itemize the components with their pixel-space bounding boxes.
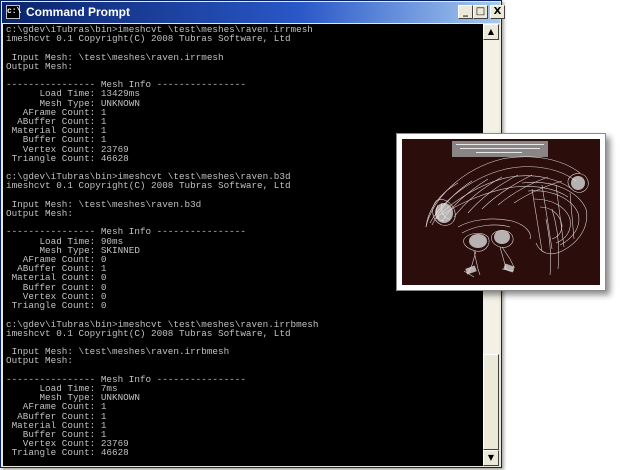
console-line: Input Mesh: \test\meshes\raven.irrbmesh	[6, 346, 230, 358]
close-button[interactable]: X	[490, 5, 505, 19]
render-viewport	[402, 139, 600, 285]
title-bar[interactable]: c:\ Command Prompt _ □ X	[2, 2, 505, 23]
scroll-thumb[interactable]	[483, 354, 499, 450]
console-line: Input Mesh: \test\meshes\raven.irrmesh	[6, 51, 224, 63]
console-line: Triangle Count: 0	[6, 300, 107, 312]
console-line: Output Mesh:	[6, 355, 73, 367]
scroll-up-button[interactable]: ▲	[483, 24, 499, 40]
console-line: Triangle Count: 46628	[6, 447, 129, 459]
cmd-icon[interactable]: c:\	[6, 5, 21, 19]
scroll-down-button[interactable]: ▼	[483, 450, 499, 466]
raven-wireframe	[425, 156, 589, 278]
maximize-button[interactable]: □	[473, 5, 488, 19]
console-line: Output Mesh:	[6, 60, 73, 72]
console-line: imeshcvt 0.1 Copyright(C) 2008 Tubras So…	[6, 327, 291, 339]
console-line: imeshcvt 0.1 Copyright(C) 2008 Tubras So…	[6, 33, 291, 45]
mesh-preview-image	[396, 133, 606, 291]
minimize-button[interactable]: _	[458, 5, 473, 19]
window-title: Command Prompt	[26, 5, 131, 19]
